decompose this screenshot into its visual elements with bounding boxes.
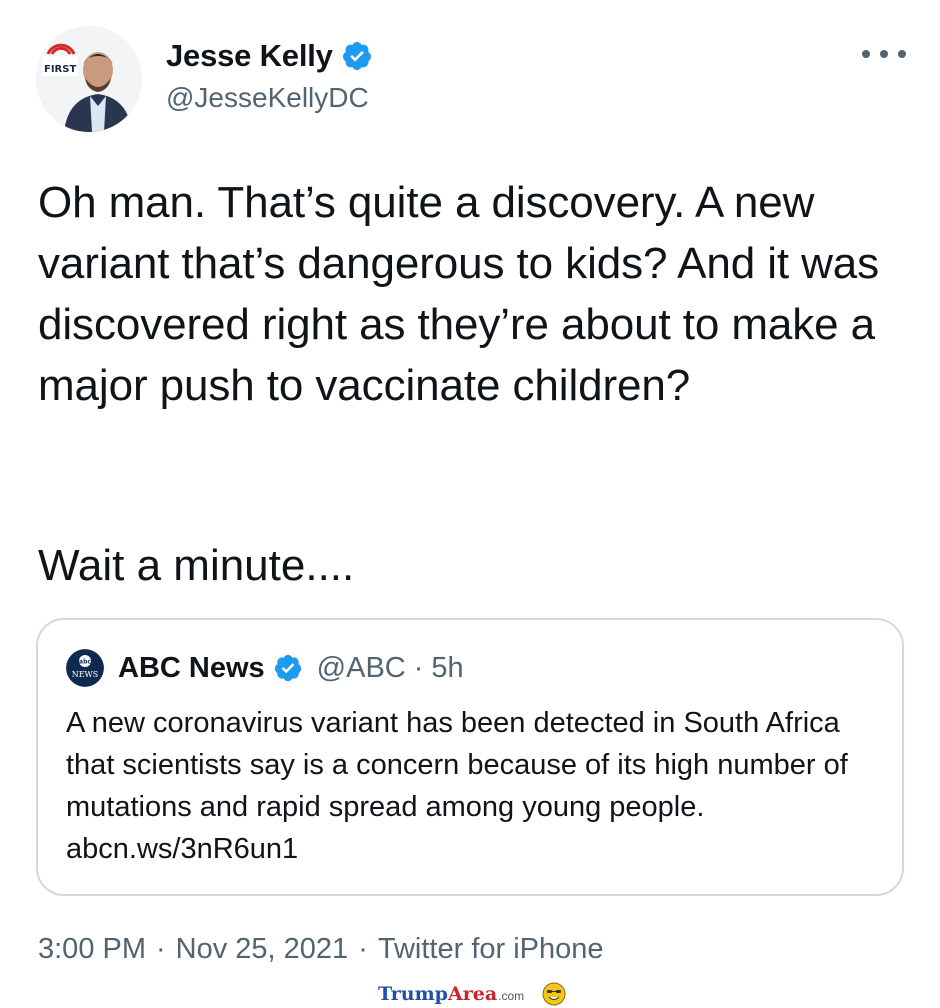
author-name-row: Jesse Kelly <box>166 36 373 76</box>
tweet-date[interactable]: Nov 25, 2021 <box>176 933 349 966</box>
more-dot <box>862 50 870 58</box>
tweet-text-closing: Wait a minute.... <box>38 541 355 590</box>
more-dot <box>880 50 888 58</box>
author-block: Jesse Kelly @JesseKellyDC <box>166 36 373 114</box>
tweet-time[interactable]: 3:00 PM <box>38 933 146 966</box>
author-name[interactable]: Jesse Kelly <box>166 38 333 74</box>
svg-text:abc: abc <box>79 659 91 666</box>
abc-news-logo-icon: abc NEWS <box>66 649 104 687</box>
tweet-source[interactable]: Twitter for iPhone <box>378 933 604 966</box>
watermark: Trump Area .com <box>378 982 566 1006</box>
tweet: FIRST Jesse Kelly @JesseKellyDC Oh man. … <box>0 0 940 1008</box>
watermark-part2: Area <box>447 983 498 1005</box>
quoted-tweet-text: A new coronavirus variant has been detec… <box>66 707 848 865</box>
quoted-tweet-header: abc NEWS ABC News @ABC · 5h <box>66 648 464 688</box>
watermark-part3: .com <box>498 989 525 1003</box>
quoted-timestamp[interactable]: 5h <box>431 652 463 685</box>
more-dot <box>898 50 906 58</box>
verified-badge-icon <box>342 42 371 70</box>
quoted-author-name[interactable]: ABC News <box>118 652 265 685</box>
meta-separator: · <box>358 933 368 965</box>
quoted-separator: · <box>413 651 424 684</box>
quoted-author-handle[interactable]: @ABC <box>317 652 406 685</box>
tweet-text: Oh man. That’s quite a discovery. A new … <box>38 178 880 410</box>
author-avatar[interactable]: FIRST <box>36 26 142 132</box>
author-handle[interactable]: @JesseKellyDC <box>166 82 373 114</box>
more-options-icon[interactable] <box>862 40 906 68</box>
smiley-face-icon <box>542 982 566 1006</box>
svg-text:NEWS: NEWS <box>72 670 99 679</box>
tweet-meta: 3:00 PM · Nov 25, 2021 · Twitter for iPh… <box>38 933 604 966</box>
svg-text:FIRST: FIRST <box>44 64 76 75</box>
watermark-part1: Trump <box>378 983 448 1005</box>
meta-separator: · <box>156 933 166 965</box>
verified-badge-icon <box>274 654 301 682</box>
quoted-tweet[interactable]: abc NEWS ABC News @ABC · 5h A new corona… <box>36 618 904 896</box>
